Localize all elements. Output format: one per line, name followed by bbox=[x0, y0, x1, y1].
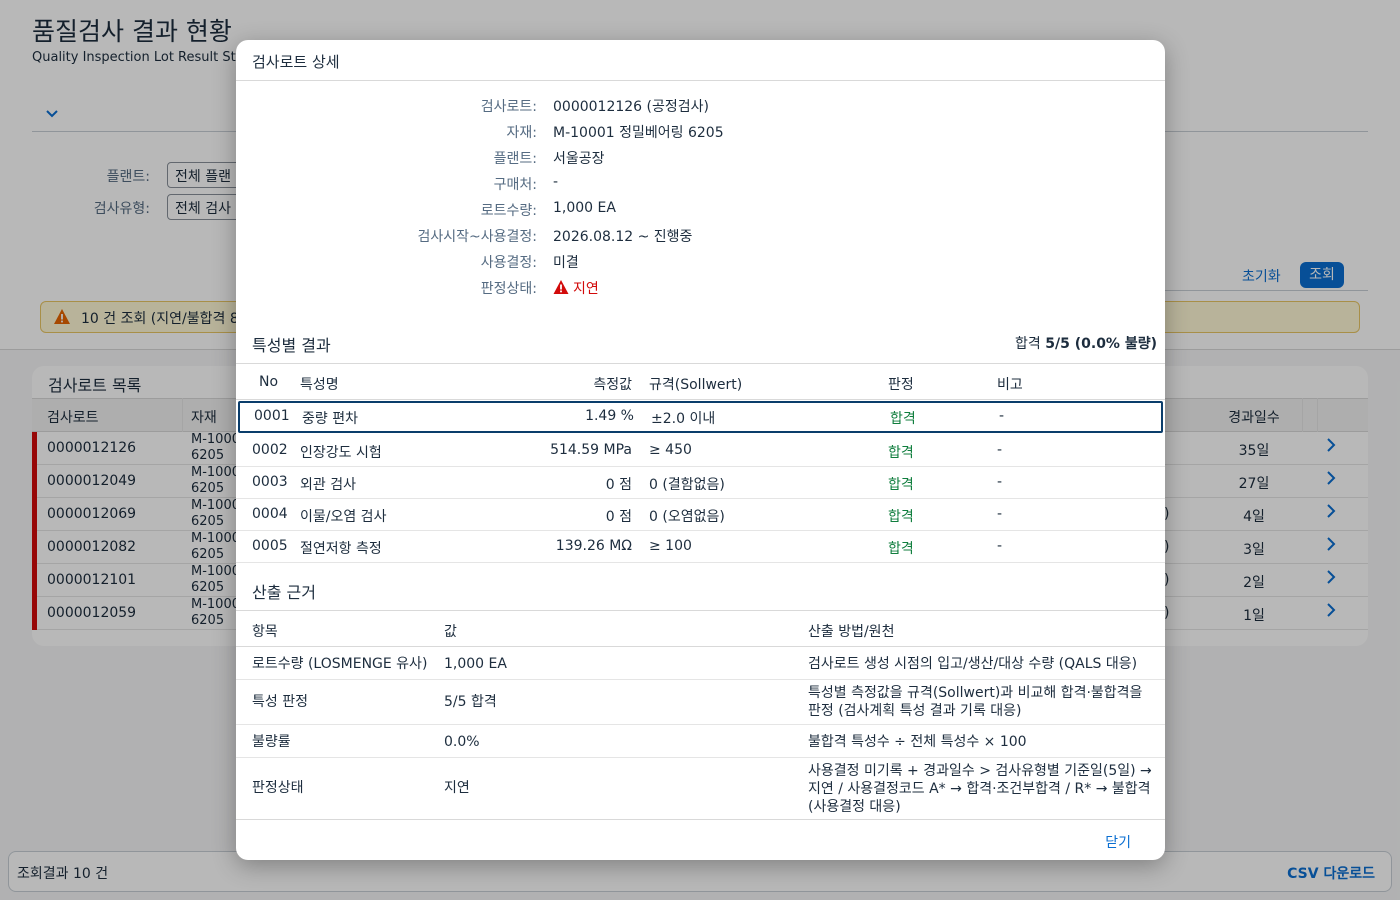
value-cell: 지연 bbox=[444, 780, 470, 796]
dialog-footer: 닫기 bbox=[236, 819, 1165, 860]
table-row: 판정상태 지연 사용결정 미기록 + 경과일수 > 검사유형별 기준일(5일) … bbox=[236, 759, 1165, 820]
measured-cell: 0 점 bbox=[605, 477, 632, 493]
lot-detail-dialog: 검사로트 상세 검사로트: 0000012126 (공정검사) 자재: M-10… bbox=[236, 40, 1165, 860]
judgement-cell: 합격 bbox=[888, 509, 914, 525]
remark-cell: - bbox=[999, 408, 1005, 424]
remark-cell: - bbox=[997, 506, 1003, 522]
detail-vendor: 구매처: - bbox=[236, 170, 1165, 196]
column-judgement: 판정 bbox=[888, 377, 914, 393]
judgement-cell: 합격 bbox=[888, 477, 914, 493]
detail-label: 검사시작~사용결정: bbox=[417, 229, 538, 245]
column-value: 값 bbox=[444, 624, 457, 640]
detail-value: 미결 bbox=[553, 255, 579, 271]
no-cell: 0001 bbox=[254, 408, 290, 424]
spec-cell: 0 (결함없음) bbox=[649, 477, 725, 493]
method-cell: 특성별 측정값을 규격(Sollwert)과 비교해 합격·불합격을 판정 (검… bbox=[808, 685, 1143, 719]
table-row: 로트수량 (LOSMENGE 유사) 1,000 EA 검사로트 생성 시점의 … bbox=[236, 648, 1165, 680]
detail-label: 자재: bbox=[506, 125, 537, 141]
item-cell: 불량률 bbox=[252, 734, 291, 750]
detail-lot-quantity: 로트수량: 1,000 EA bbox=[236, 196, 1165, 222]
table-row: 특성 판정 5/5 합격 특성별 측정값을 규격(Sollwert)과 비교해 … bbox=[236, 681, 1165, 725]
no-cell: 0003 bbox=[252, 474, 288, 490]
table-row[interactable]: 0005 절연저항 측정 139.26 MΩ ≥ 100 합격 - bbox=[236, 531, 1165, 563]
detail-usage-decision: 사용결정: 미결 bbox=[236, 248, 1165, 274]
detail-judgement-status: 판정상태: 지연 bbox=[236, 274, 1165, 300]
summary-prefix: 합격 bbox=[1015, 336, 1046, 352]
detail-label: 판정상태: bbox=[480, 281, 537, 297]
detail-label: 구매처: bbox=[493, 177, 537, 193]
value-cell: 0.0% bbox=[444, 734, 480, 750]
char-summary: 합격 5/5 (0.0% 불량) bbox=[1015, 333, 1157, 353]
detail-value: 1,000 EA bbox=[553, 200, 616, 216]
table-header: No 특성명 측정값 규격(Sollwert) 판정 비고 bbox=[236, 363, 1165, 400]
status-value: 지연 bbox=[553, 278, 599, 299]
status-text: 지연 bbox=[573, 281, 599, 297]
table-row[interactable]: 0003 외관 검사 0 점 0 (결함없음) 합격 - bbox=[236, 467, 1165, 499]
detail-lot: 검사로트: 0000012126 (공정검사) bbox=[236, 92, 1165, 118]
remark-cell: - bbox=[997, 538, 1003, 554]
method-cell: 사용결정 미기록 + 경과일수 > 검사유형별 기준일(5일) → 지연 / 사… bbox=[808, 763, 1152, 815]
detail-period: 검사시작~사용결정: 2026.08.12 ~ 진행중 bbox=[236, 222, 1165, 248]
table-row[interactable]: 0001 중량 편차 1.49 % ±2.0 이내 합격 - bbox=[238, 401, 1163, 433]
spec-cell: ≥ 450 bbox=[649, 442, 692, 458]
detail-label: 검사로트: bbox=[480, 99, 537, 115]
table-row: 불량률 0.0% 불합격 특성수 ÷ 전체 특성수 × 100 bbox=[236, 726, 1165, 758]
column-spec: 규격(Sollwert) bbox=[649, 377, 743, 393]
detail-plant: 플랜트: 서울공장 bbox=[236, 144, 1165, 170]
measured-cell: 0 점 bbox=[605, 509, 632, 525]
name-cell: 이물/오염 검사 bbox=[300, 509, 387, 525]
value-cell: 5/5 합격 bbox=[444, 694, 497, 710]
name-cell: 중량 편차 bbox=[302, 411, 358, 427]
column-name: 특성명 bbox=[300, 377, 339, 393]
spec-cell: ≥ 100 bbox=[649, 538, 692, 554]
detail-label: 로트수량: bbox=[480, 203, 537, 219]
dialog-title: 검사로트 상세 bbox=[252, 53, 340, 71]
detail-value: M-10001 정밀베어링 6205 bbox=[553, 125, 724, 141]
error-icon bbox=[553, 279, 569, 299]
method-cell: 불합격 특성수 ÷ 전체 특성수 × 100 bbox=[808, 734, 1027, 750]
no-cell: 0004 bbox=[252, 506, 288, 522]
detail-value: 0000012126 (공정검사) bbox=[553, 99, 709, 115]
column-no: No bbox=[259, 374, 279, 390]
method-cell: 검사로트 생성 시점의 입고/생산/대상 수량 (QALS 대응) bbox=[808, 656, 1138, 672]
item-cell: 판정상태 bbox=[252, 780, 304, 796]
value-cell: 1,000 EA bbox=[444, 656, 507, 672]
table-row[interactable]: 0002 인장강도 시험 514.59 MPa ≥ 450 합격 - bbox=[236, 435, 1165, 467]
detail-value: - bbox=[553, 174, 559, 190]
dialog-header: 검사로트 상세 bbox=[236, 40, 1165, 81]
column-remark: 비고 bbox=[997, 377, 1023, 393]
close-button[interactable]: 닫기 bbox=[1105, 832, 1131, 852]
detail-label: 사용결정: bbox=[480, 255, 537, 271]
measured-cell: 514.59 MPa bbox=[550, 442, 632, 458]
detail-material: 자재: M-10001 정밀베어링 6205 bbox=[236, 118, 1165, 144]
column-item: 항목 bbox=[252, 624, 278, 640]
name-cell: 인장강도 시험 bbox=[300, 445, 382, 461]
name-cell: 절연저항 측정 bbox=[300, 541, 382, 557]
table-row[interactable]: 0004 이물/오염 검사 0 점 0 (오염없음) 합격 - bbox=[236, 499, 1165, 531]
summary-value: 5/5 (0.0% 불량) bbox=[1045, 336, 1157, 352]
table-header: 항목 값 산출 방법/원천 bbox=[236, 610, 1165, 647]
spec-cell: 0 (오염없음) bbox=[649, 509, 725, 525]
column-method: 산출 방법/원천 bbox=[808, 624, 895, 640]
judgement-cell: 합격 bbox=[888, 541, 914, 557]
detail-value: 서울공장 bbox=[553, 151, 605, 167]
remark-cell: - bbox=[997, 474, 1003, 490]
item-cell: 로트수량 (LOSMENGE 유사) bbox=[252, 656, 428, 672]
name-cell: 외관 검사 bbox=[300, 477, 356, 493]
no-cell: 0002 bbox=[252, 442, 288, 458]
spec-cell: ±2.0 이내 bbox=[651, 411, 716, 427]
judgement-cell: 합격 bbox=[890, 411, 916, 427]
basis-section-title: 산출 근거 bbox=[252, 583, 316, 602]
no-cell: 0005 bbox=[252, 538, 288, 554]
measured-cell: 1.49 % bbox=[585, 408, 634, 424]
remark-cell: - bbox=[997, 442, 1003, 458]
measured-cell: 139.26 MΩ bbox=[555, 538, 632, 554]
judgement-cell: 합격 bbox=[888, 445, 914, 461]
detail-value: 2026.08.12 ~ 진행중 bbox=[553, 229, 693, 245]
detail-label: 플랜트: bbox=[493, 151, 537, 167]
item-cell: 특성 판정 bbox=[252, 694, 308, 710]
column-measured: 측정값 bbox=[593, 377, 632, 393]
char-section-title: 특성별 결과 bbox=[252, 336, 331, 355]
